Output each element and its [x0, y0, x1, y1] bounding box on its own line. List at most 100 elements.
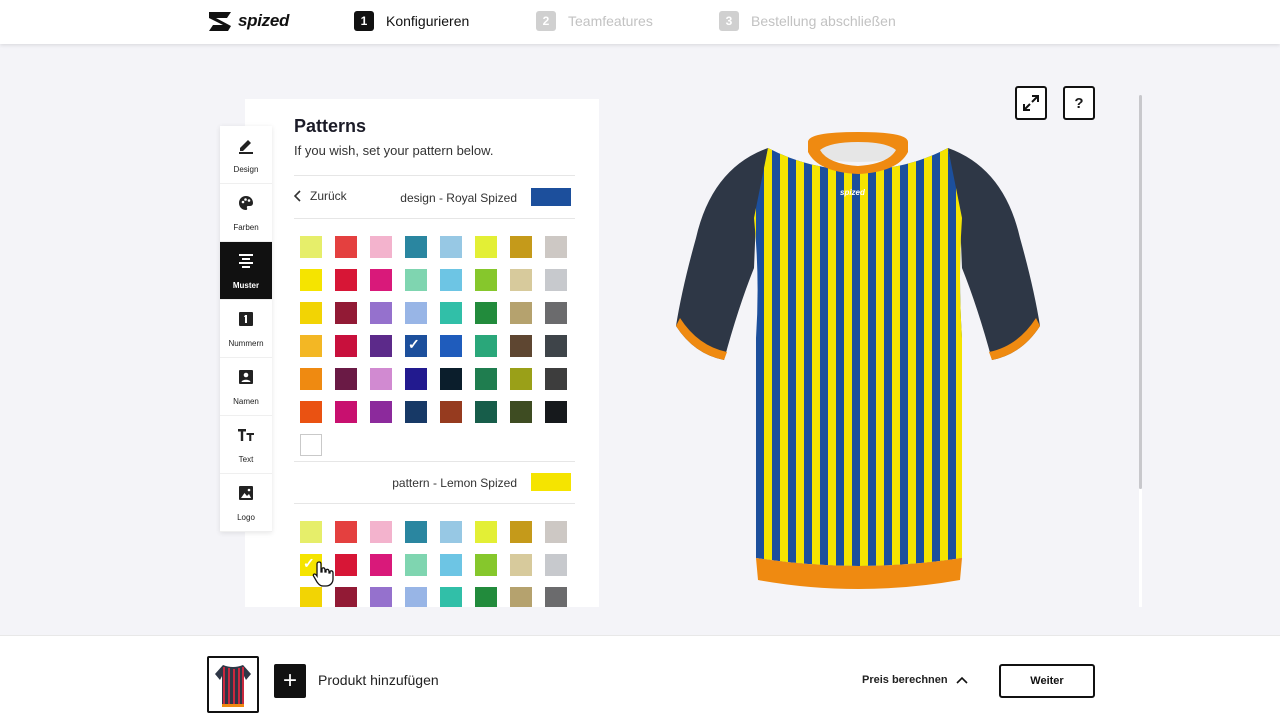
pattern-color-swatch[interactable] [545, 554, 567, 576]
add-product-button[interactable]: + [274, 664, 306, 698]
design-color-swatch[interactable] [475, 302, 497, 324]
design-color-swatch[interactable] [545, 302, 567, 324]
step-checkout[interactable]: 3 Bestellung abschließen [719, 11, 896, 31]
calculate-price-toggle[interactable]: Preis berechnen [862, 674, 968, 686]
pattern-color-swatch[interactable] [335, 554, 357, 576]
design-color-swatch[interactable] [405, 236, 427, 258]
pattern-color-swatch[interactable] [545, 521, 567, 543]
pattern-color-swatch[interactable] [370, 587, 392, 607]
design-color-swatch[interactable] [510, 269, 532, 291]
sidebar-item-logo[interactable]: Logo [220, 474, 272, 532]
design-color-swatch[interactable] [510, 236, 532, 258]
design-color-swatch[interactable] [510, 302, 532, 324]
design-color-swatch[interactable] [335, 368, 357, 390]
design-color-swatch[interactable] [545, 335, 567, 357]
pattern-color-swatch[interactable] [335, 521, 357, 543]
design-color-swatch[interactable] [335, 335, 357, 357]
add-product-label[interactable]: Produkt hinzufügen [318, 672, 439, 688]
pattern-color-swatch[interactable] [475, 587, 497, 607]
design-color-swatch[interactable] [405, 401, 427, 423]
pattern-color-swatch[interactable] [510, 587, 532, 607]
product-thumbnail[interactable] [207, 656, 259, 713]
step-teamfeatures[interactable]: 2 Teamfeatures [536, 11, 653, 31]
pattern-color-swatch[interactable] [475, 521, 497, 543]
pattern-color-swatch [531, 473, 571, 491]
design-color-swatch[interactable] [405, 368, 427, 390]
scrollbar-thumb[interactable] [1139, 95, 1142, 489]
design-color-swatch[interactable] [370, 335, 392, 357]
divider [294, 175, 575, 176]
design-color-swatch[interactable] [510, 335, 532, 357]
design-color-swatch[interactable] [475, 368, 497, 390]
pattern-color-swatch[interactable] [405, 587, 427, 607]
sidebar-item-muster[interactable]: Muster [220, 242, 272, 300]
design-color-swatch[interactable] [300, 335, 322, 357]
design-color-swatch[interactable] [475, 335, 497, 357]
pattern-color-swatch[interactable] [440, 521, 462, 543]
pattern-color-swatch[interactable] [440, 587, 462, 607]
design-color-swatch[interactable] [335, 269, 357, 291]
body-stripes [754, 148, 962, 566]
design-color-swatch[interactable] [475, 401, 497, 423]
pattern-color-swatch[interactable] [510, 521, 532, 543]
pattern-color-swatch[interactable] [370, 521, 392, 543]
pattern-color-swatch[interactable] [545, 587, 567, 607]
design-color-swatch[interactable] [545, 269, 567, 291]
pattern-color-swatch[interactable] [440, 554, 462, 576]
pattern-color-swatch[interactable] [300, 521, 322, 543]
design-color-swatch[interactable] [370, 269, 392, 291]
step-configure[interactable]: 1 Konfigurieren [354, 11, 469, 31]
pattern-color-swatch[interactable] [405, 554, 427, 576]
pattern-color-swatch[interactable] [300, 587, 322, 607]
pattern-color-swatch[interactable] [510, 554, 532, 576]
right-sleeve [948, 148, 1040, 360]
design-color-swatch[interactable] [405, 302, 427, 324]
design-color-swatch[interactable] [300, 236, 322, 258]
design-color-swatch[interactable] [370, 236, 392, 258]
design-color-swatch[interactable] [545, 368, 567, 390]
pattern-color-swatch[interactable] [405, 521, 427, 543]
design-color-swatch[interactable] [440, 401, 462, 423]
sidebar-item-farben[interactable]: Farben [220, 184, 272, 242]
panel-title: Patterns [294, 116, 367, 136]
next-button[interactable]: Weiter [999, 664, 1095, 698]
sidebar-item-design[interactable]: Design [220, 126, 272, 184]
design-color-swatch[interactable] [440, 269, 462, 291]
design-color-swatch[interactable] [475, 236, 497, 258]
design-color-swatch[interactable] [335, 236, 357, 258]
design-color-swatch[interactable] [510, 368, 532, 390]
pattern-color-grid: ✓ [300, 521, 567, 607]
back-link[interactable]: Zurück [294, 189, 347, 203]
design-color-swatch[interactable] [370, 368, 392, 390]
design-color-swatch[interactable] [545, 236, 567, 258]
design-color-swatch[interactable] [370, 401, 392, 423]
design-color-swatch[interactable] [440, 335, 462, 357]
design-color-swatch[interactable] [300, 269, 322, 291]
design-color-swatch[interactable] [335, 302, 357, 324]
design-color-swatch[interactable] [300, 302, 322, 324]
sidebar-item-namen[interactable]: Namen [220, 358, 272, 416]
sidebar-item-nummern[interactable]: Nummern [220, 300, 272, 358]
design-color-swatch[interactable] [300, 401, 322, 423]
pattern-color-swatch[interactable] [370, 554, 392, 576]
fullscreen-button[interactable] [1015, 86, 1047, 120]
design-color-swatch[interactable]: ✓ [405, 335, 427, 357]
jersey-preview[interactable]: spized [672, 128, 1044, 598]
design-color-swatch[interactable] [370, 302, 392, 324]
design-color-swatch[interactable] [475, 269, 497, 291]
design-color-swatch[interactable] [440, 236, 462, 258]
help-button[interactable]: ? [1063, 86, 1095, 120]
design-color-swatch[interactable] [440, 302, 462, 324]
design-color-swatch[interactable] [405, 269, 427, 291]
brand-logo[interactable]: spized [207, 8, 289, 34]
pattern-color-swatch[interactable] [475, 554, 497, 576]
design-color-swatch[interactable] [545, 401, 567, 423]
design-color-swatch[interactable] [440, 368, 462, 390]
design-color-swatch[interactable] [335, 401, 357, 423]
pattern-color-swatch[interactable] [335, 587, 357, 607]
design-color-swatch[interactable] [300, 368, 322, 390]
design-color-swatch[interactable] [300, 434, 322, 456]
divider [294, 461, 575, 462]
design-color-swatch[interactable] [510, 401, 532, 423]
sidebar-item-text[interactable]: Text [220, 416, 272, 474]
